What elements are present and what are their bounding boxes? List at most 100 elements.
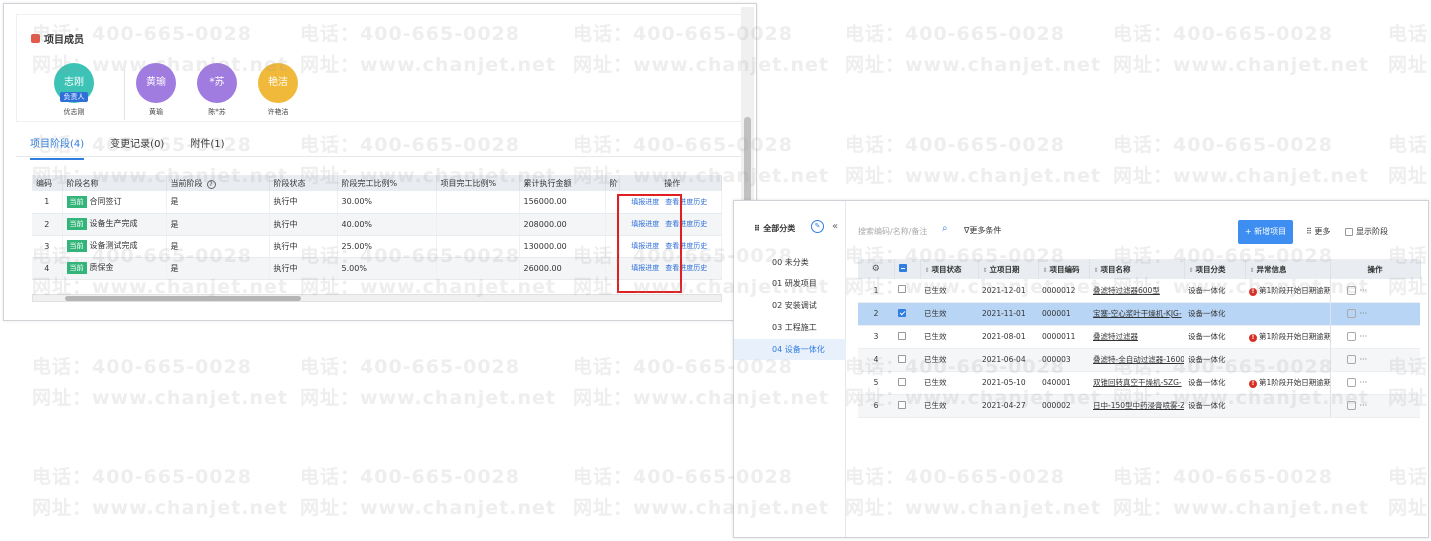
checkbox-box[interactable] xyxy=(898,308,906,317)
cell-name[interactable]: 叠滤特过滤器 xyxy=(1089,325,1184,349)
members-title: 项目成员 xyxy=(31,31,84,46)
cell-warning: ! 第1阶段开始日期逾期3 xyxy=(1245,279,1330,303)
row-checkbox[interactable] xyxy=(894,348,920,372)
member-item[interactable]: 志刚 负责人 优志刚 xyxy=(49,63,99,117)
avatar[interactable]: 志刚 负责人 xyxy=(54,63,94,103)
col-operation: 操作 xyxy=(1330,259,1421,279)
sidebar-item-equipment[interactable]: 04 设备一体化 xyxy=(734,339,846,360)
col-date[interactable]: ⇕ 立项日期 xyxy=(978,259,1039,279)
checkbox-box[interactable] xyxy=(898,377,906,386)
cell-name[interactable]: 日中-150型中药浸膏喷雾-Z xyxy=(1089,394,1184,418)
watermark-site: 网址：www.chanjet.net xyxy=(32,387,288,409)
more-icon[interactable]: ··· xyxy=(1360,355,1368,364)
sidebar-title[interactable]: ⠿ 全部分类 xyxy=(754,223,795,234)
select-all-checkbox[interactable] xyxy=(894,259,921,279)
cell-date: 2021-08-01 xyxy=(978,325,1038,349)
more-conditions-button[interactable]: ∇更多条件 xyxy=(964,225,1001,236)
checkbox-box[interactable] xyxy=(898,285,906,294)
cell-date: 2021-11-01 xyxy=(978,302,1038,326)
watermark-site: 网址：www.chanjet.net xyxy=(300,497,556,519)
cell-status: 执行中 xyxy=(269,213,338,236)
checkbox-box[interactable] xyxy=(898,331,906,340)
edit-icon[interactable] xyxy=(1346,309,1356,319)
table-row[interactable]: 4 已生效 2021-06-04 000003 叠滤特-全自动过滤器-1600 设备一体化… xyxy=(858,348,1420,372)
horizontal-scrollbar[interactable] xyxy=(32,294,722,302)
cell-name[interactable]: 宝塞-空心浆叶干燥机-KJG- xyxy=(1089,302,1184,326)
help-icon[interactable]: ? xyxy=(206,179,216,189)
collapse-icon[interactable]: « xyxy=(832,221,838,232)
more-icon[interactable]: ··· xyxy=(1360,401,1368,410)
more-icon[interactable]: ··· xyxy=(1360,378,1368,387)
edit-icon[interactable] xyxy=(1346,401,1356,411)
table-row[interactable]: 6 已生效 2021-04-27 000002 日中-150型中药浸膏喷雾-Z 设备一体化… xyxy=(858,394,1420,418)
cell-current: 是 xyxy=(166,235,270,258)
col-name[interactable]: ⇕ 项目名称 xyxy=(1089,259,1185,279)
avatar[interactable]: *苏 xyxy=(197,63,237,103)
member-item[interactable]: 黄瑜 黄瑜 xyxy=(131,63,181,117)
cell-code: 1 xyxy=(32,191,63,214)
avatar-text: 黄瑜 xyxy=(146,77,166,88)
checkbox-box[interactable] xyxy=(898,400,906,409)
more-button[interactable]: ⠿ 更多 xyxy=(1306,226,1330,237)
checkbox-box[interactable] xyxy=(1345,227,1353,236)
warning-icon: ! xyxy=(1249,334,1257,342)
settings-icon[interactable]: ⚙ xyxy=(858,259,895,279)
table-row[interactable]: 2 已生效 2021-11-01 000001 宝塞-空心浆叶干燥机-KJG- 设备一体化… xyxy=(858,302,1420,326)
cell-project-ratio xyxy=(436,191,520,214)
col-code[interactable]: ⇕ 项目编码 xyxy=(1038,259,1090,279)
sidebar-item-rnd[interactable]: 01 研发项目 xyxy=(734,273,846,294)
tabs-divider xyxy=(16,156,742,157)
sidebar-item-construction[interactable]: 03 工程施工 xyxy=(734,317,846,338)
new-project-button[interactable]: + 新增项目 xyxy=(1238,220,1293,244)
checkbox-box[interactable] xyxy=(898,354,906,363)
current-badge: 当前 xyxy=(66,195,87,208)
cell-operation: ··· xyxy=(1329,325,1420,349)
edit-icon[interactable] xyxy=(1346,378,1356,388)
avatar[interactable]: 艳洁 xyxy=(258,63,298,103)
member-item[interactable]: *苏陈*苏 xyxy=(192,63,242,117)
cell-date: 2021-05-10 xyxy=(978,371,1038,395)
col-status[interactable]: ⇕ 项目状态 xyxy=(920,259,979,279)
search-icon[interactable]: ⌕ xyxy=(942,223,948,234)
edit-icon[interactable] xyxy=(1346,286,1356,295)
warning-icon: ! xyxy=(1249,287,1257,296)
cell-phase-name: 当前 合同签订 xyxy=(62,191,167,214)
scrollbar-thumb[interactable] xyxy=(65,296,301,301)
col-phase-status: 阶段状态 xyxy=(269,175,338,191)
phase-table-header: 编码 阶段名称 当前阶段? 阶段状态 阶段完工比例% 项目完工比例% 累计执行金… xyxy=(32,175,722,191)
row-checkbox[interactable] xyxy=(894,371,920,395)
col-warning[interactable]: ⇕ 异常信息 xyxy=(1245,259,1331,279)
member-name: 陈*苏 xyxy=(208,108,226,116)
table-row[interactable]: 3 已生效 2021-08-01 0000011 叠滤特过滤器 设备一体化! 第1阶段开始日… xyxy=(858,325,1420,349)
cell-status: 已生效 xyxy=(920,371,978,395)
col-category[interactable]: ⇕ 项目分类 xyxy=(1184,259,1246,279)
row-checkbox[interactable] xyxy=(894,394,920,418)
cell-name[interactable]: 双锥回转真空干燥机-SZG- xyxy=(1089,371,1184,395)
edit-icon[interactable] xyxy=(1346,355,1356,365)
cell-name[interactable]: 叠滤特-全自动过滤器-1600 xyxy=(1089,348,1184,372)
more-icon[interactable]: ··· xyxy=(1360,286,1368,295)
table-row[interactable]: 1 已生效 2021-12-01 0000012 叠滤特过滤器600型 设备一体化! 第1阶… xyxy=(858,279,1420,303)
cell-operation: ··· xyxy=(1329,302,1420,326)
sidebar-item-uncategorized[interactable]: 00 未分类 xyxy=(734,252,846,273)
show-phase-checkbox[interactable]: 显示阶段 xyxy=(1345,226,1388,237)
avatar[interactable]: 黄瑜 xyxy=(136,63,176,103)
cell-name[interactable]: 叠滤特过滤器600型 xyxy=(1089,279,1184,303)
row-checkbox[interactable] xyxy=(894,279,920,303)
table-row[interactable]: 5 已生效 2021-05-10 040001 双锥回转真空干燥机-SZG- 设备一体化!… xyxy=(858,371,1420,395)
edit-icon[interactable]: ✎ xyxy=(811,220,824,233)
search-input[interactable]: 搜索编码/名称/备注 xyxy=(858,226,927,237)
more-icon[interactable]: ··· xyxy=(1360,332,1368,341)
row-checkbox[interactable] xyxy=(894,325,920,349)
row-checkbox[interactable] xyxy=(894,302,920,326)
watermark-phone: 电话：400-665-0028 xyxy=(845,134,1065,156)
edit-icon[interactable] xyxy=(1346,332,1356,342)
more-icon[interactable]: ··· xyxy=(1360,309,1368,318)
sidebar-item-install[interactable]: 02 安装调试 xyxy=(734,295,846,316)
members-card: 项目成员 志刚 负责人 优志刚 黄瑜 黄瑜 *苏 陈*苏 艳洁 许艳洁 xyxy=(16,14,742,122)
watermark-phone: 电话：400-665-0028 xyxy=(300,356,520,378)
cell-phase-name: 当前 设备生产完成 xyxy=(62,213,167,236)
member-item[interactable]: 艳洁 许艳洁 xyxy=(253,63,303,117)
cell-code: 3 xyxy=(32,235,63,258)
watermark-phone: 电话：400-665-0028 xyxy=(32,356,252,378)
